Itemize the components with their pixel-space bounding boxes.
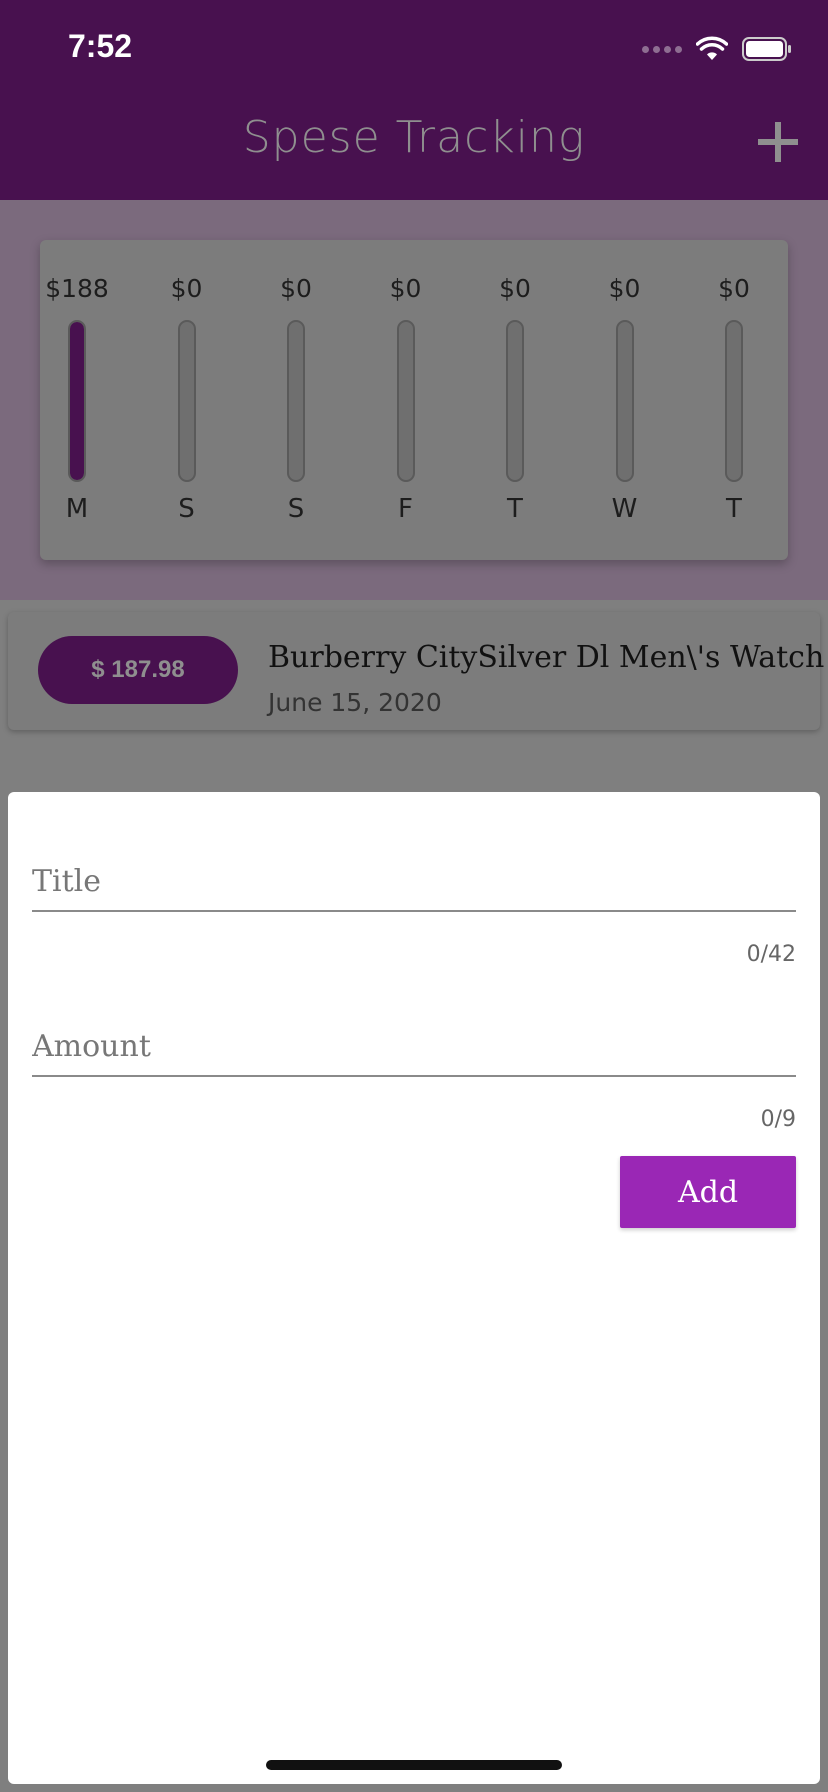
title-field-wrapper: 0/42 [32, 832, 796, 967]
bar-track [287, 320, 305, 482]
bar-amount-label: $0 [280, 274, 312, 303]
transaction-title: Burberry CitySilver Dl Men\'s Watch [268, 640, 825, 675]
status-time: 7:52 [68, 28, 133, 64]
bar-track [725, 320, 743, 482]
plus-icon[interactable] [758, 122, 798, 162]
bar-track [615, 320, 634, 482]
amount-field-wrapper: 0/9 [32, 997, 796, 1132]
bar-day-label: W [611, 494, 638, 524]
transaction-list: $ 187.98 Burberry CitySilver Dl Men\'s W… [0, 600, 828, 784]
chart-bar-column: $0 T [470, 240, 560, 560]
bar-track [396, 320, 415, 482]
weekly-chart-card: $188 M $0 S $0 S $0 F $0 T $0 W $0 T [40, 240, 788, 560]
cellular-signal-icon [642, 45, 682, 53]
home-indicator [266, 1760, 562, 1770]
chart-bar-column: $0 F [361, 240, 451, 560]
chart-bar-column: $188 M [32, 240, 122, 560]
transaction-amount-badge: $ 187.98 [38, 636, 238, 704]
app-title: Spese Tracking [242, 112, 586, 163]
new-transaction-sheet: 0/42 0/9 Add [8, 792, 820, 1784]
title-counter: 0/42 [746, 942, 796, 967]
bar-day-label: S [287, 494, 305, 524]
battery-icon [742, 37, 791, 61]
status-icons [642, 34, 792, 64]
bar-fill [70, 322, 84, 480]
transaction-card[interactable]: $ 187.98 Burberry CitySilver Dl Men\'s W… [8, 612, 824, 730]
transaction-date: June 15, 2020 [268, 688, 442, 717]
bar-amount-label: $188 [45, 274, 109, 303]
bar-amount-label: $0 [499, 274, 531, 303]
wifi-icon [696, 36, 728, 60]
bar-amount-label: $0 [608, 274, 641, 303]
amount-input[interactable] [32, 997, 796, 1077]
add-button[interactable]: Add [620, 1156, 796, 1228]
chart-bar-column: $0 T [689, 240, 779, 560]
bar-amount-label: $0 [170, 274, 203, 303]
chart-section: $188 M $0 S $0 S $0 F $0 T $0 W $0 T [0, 200, 828, 600]
bar-amount-label: $0 [718, 274, 750, 303]
app-bar: 7:52 Spese Tracking [0, 0, 828, 200]
title-input[interactable] [32, 832, 796, 912]
bar-track [506, 320, 524, 482]
bar-track [177, 320, 196, 482]
bar-day-label: T [726, 494, 742, 524]
bar-day-label: S [178, 494, 195, 524]
amount-counter: 0/9 [760, 1107, 796, 1132]
bar-day-label: T [507, 494, 523, 524]
bar-day-label: M [65, 494, 89, 524]
bar-track [68, 320, 86, 482]
chart-bar-column: $0 W [580, 240, 670, 560]
bar-day-label: F [398, 494, 413, 524]
chart-bar-column: $0 S [142, 240, 232, 560]
bar-amount-label: $0 [389, 274, 422, 303]
chart-bar-column: $0 S [251, 240, 341, 560]
